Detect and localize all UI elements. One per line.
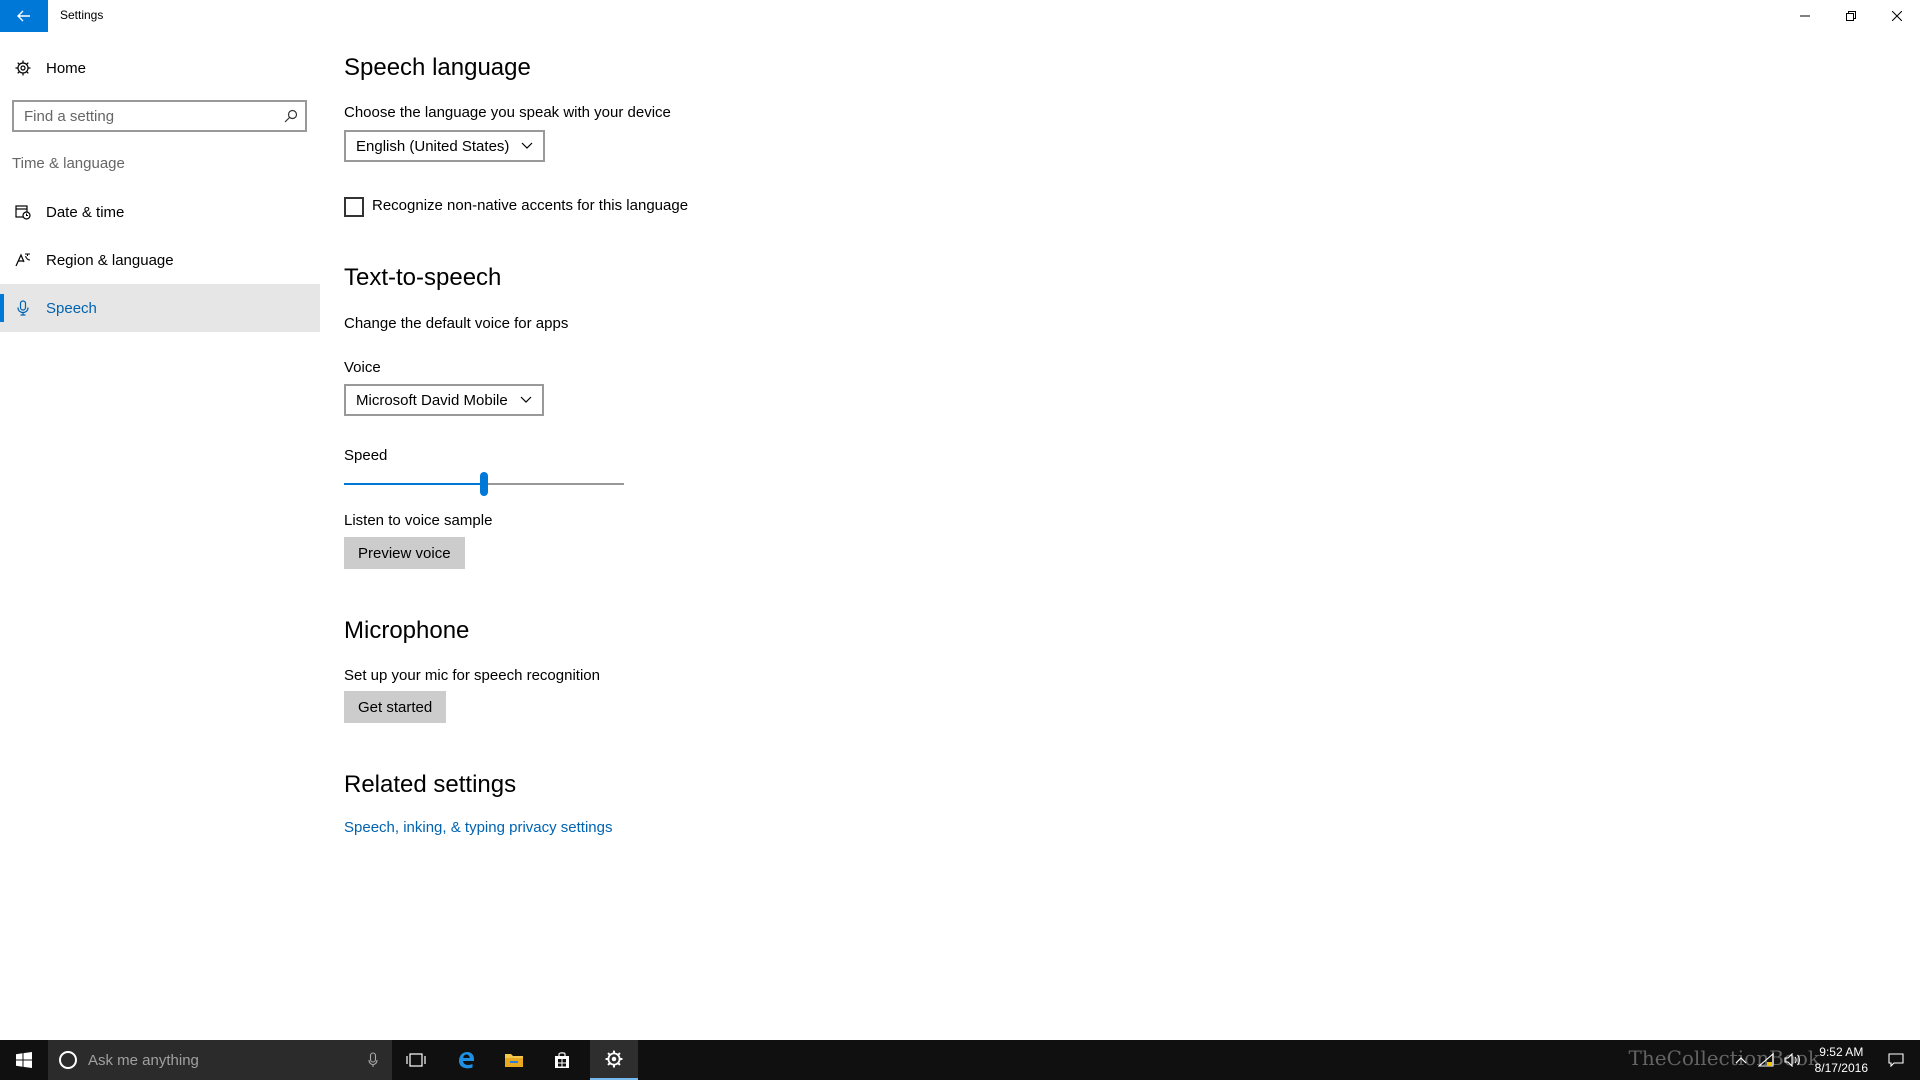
close-button[interactable]: [1874, 0, 1920, 32]
store-icon: [555, 1052, 569, 1068]
language-dropdown[interactable]: English (United States): [344, 130, 546, 162]
calendar-clock-icon: [0, 188, 46, 236]
restore-button[interactable]: [1828, 0, 1874, 32]
sidebar-item-label: Region & language: [46, 251, 174, 269]
notification-icon: [1888, 1053, 1904, 1067]
microphone-description: Set up your mic for speech recognition: [344, 667, 600, 684]
language-dropdown-value: English (United States): [356, 137, 510, 155]
search-icon: [277, 109, 305, 123]
accent-checkbox-label: Recognize non-native accents for this la…: [372, 197, 689, 214]
window-title: Settings: [60, 8, 104, 22]
chevron-up-icon[interactable]: [1734, 1055, 1748, 1065]
chevron-down-icon: [520, 396, 532, 404]
back-arrow-icon: [17, 10, 30, 22]
title-bar: Settings: [0, 0, 1920, 32]
close-icon: [1892, 11, 1902, 21]
search-input[interactable]: Find a setting: [12, 100, 307, 132]
edge-button[interactable]: [442, 1040, 490, 1080]
settings-taskbar-button[interactable]: [590, 1040, 638, 1080]
microphone-icon: [368, 1052, 378, 1067]
windows-logo-icon: [16, 1052, 32, 1068]
back-button[interactable]: [0, 0, 48, 32]
clock-time: 9:52 AM: [1819, 1045, 1864, 1059]
system-tray: [1734, 1040, 1812, 1080]
sidebar: Home Find a setting Time & language Date…: [0, 32, 320, 1038]
start-button[interactable]: [0, 1040, 48, 1080]
speed-slider-track: [488, 483, 624, 485]
speech-language-description: Choose the language you speak with your …: [344, 104, 671, 121]
privacy-settings-link[interactable]: Speech, inking, & typing privacy setting…: [344, 819, 612, 836]
taskbar-search-placeholder: Ask me anything: [88, 1051, 199, 1069]
store-button[interactable]: [538, 1040, 586, 1080]
tts-heading: Text-to-speech: [344, 264, 502, 291]
voice-dropdown-value: Microsoft David Mobile: [356, 391, 508, 409]
minimize-icon: [1800, 15, 1810, 17]
sidebar-item-label: Home: [46, 59, 87, 77]
speed-slider[interactable]: [344, 472, 624, 496]
sidebar-item-home[interactable]: Home: [0, 44, 320, 92]
sidebar-item-label: Speech: [46, 299, 97, 317]
voice-dropdown[interactable]: Microsoft David Mobile: [344, 384, 544, 416]
cortana-icon: [59, 1051, 77, 1069]
get-started-button[interactable]: Get started: [344, 691, 447, 723]
task-view-button[interactable]: [392, 1040, 440, 1080]
task-view-icon: [406, 1053, 426, 1067]
speed-label: Speed: [344, 447, 388, 464]
related-settings-heading: Related settings: [344, 771, 517, 798]
microphone-icon: [0, 284, 46, 332]
region-language-icon: [0, 236, 46, 284]
taskbar-search[interactable]: Ask me anything: [48, 1040, 392, 1080]
group-label: Time & language: [12, 155, 125, 172]
file-explorer-button[interactable]: [490, 1040, 538, 1080]
gear-icon: [0, 44, 46, 92]
active-indicator: [0, 294, 4, 322]
network-icon[interactable]: [1758, 1053, 1774, 1067]
gear-icon: [605, 1050, 623, 1068]
voice-label: Voice: [344, 359, 381, 376]
folder-icon: [505, 1054, 523, 1067]
taskbar: Ask me anything TheCollectionBook 9:52 A…: [0, 1040, 1920, 1080]
taskbar-clock[interactable]: 9:52 AM 8/17/2016: [1815, 1044, 1868, 1076]
preview-voice-button[interactable]: Preview voice: [344, 537, 465, 569]
speed-slider-thumb[interactable]: [480, 472, 488, 496]
speed-slider-fill: [344, 483, 480, 485]
chevron-down-icon: [521, 142, 533, 150]
restore-icon: [1846, 11, 1856, 21]
tts-description: Change the default voice for apps: [344, 315, 569, 332]
minimize-button[interactable]: [1782, 0, 1828, 32]
sidebar-item-label: Date & time: [46, 203, 125, 221]
speech-language-heading: Speech language: [344, 54, 531, 81]
action-center-button[interactable]: [1872, 1040, 1920, 1080]
microphone-heading: Microphone: [344, 617, 470, 644]
clock-date: 8/17/2016: [1814, 1061, 1868, 1075]
volume-icon[interactable]: [1784, 1053, 1802, 1067]
sidebar-item-region-language[interactable]: Region & language: [0, 236, 320, 284]
sample-label: Listen to voice sample: [344, 512, 493, 529]
edge-icon: [459, 1052, 474, 1069]
sidebar-item-speech[interactable]: Speech: [0, 284, 320, 332]
accent-checkbox[interactable]: [344, 197, 364, 217]
sidebar-item-date-time[interactable]: Date & time: [0, 188, 320, 236]
search-placeholder: Find a setting: [24, 107, 115, 125]
